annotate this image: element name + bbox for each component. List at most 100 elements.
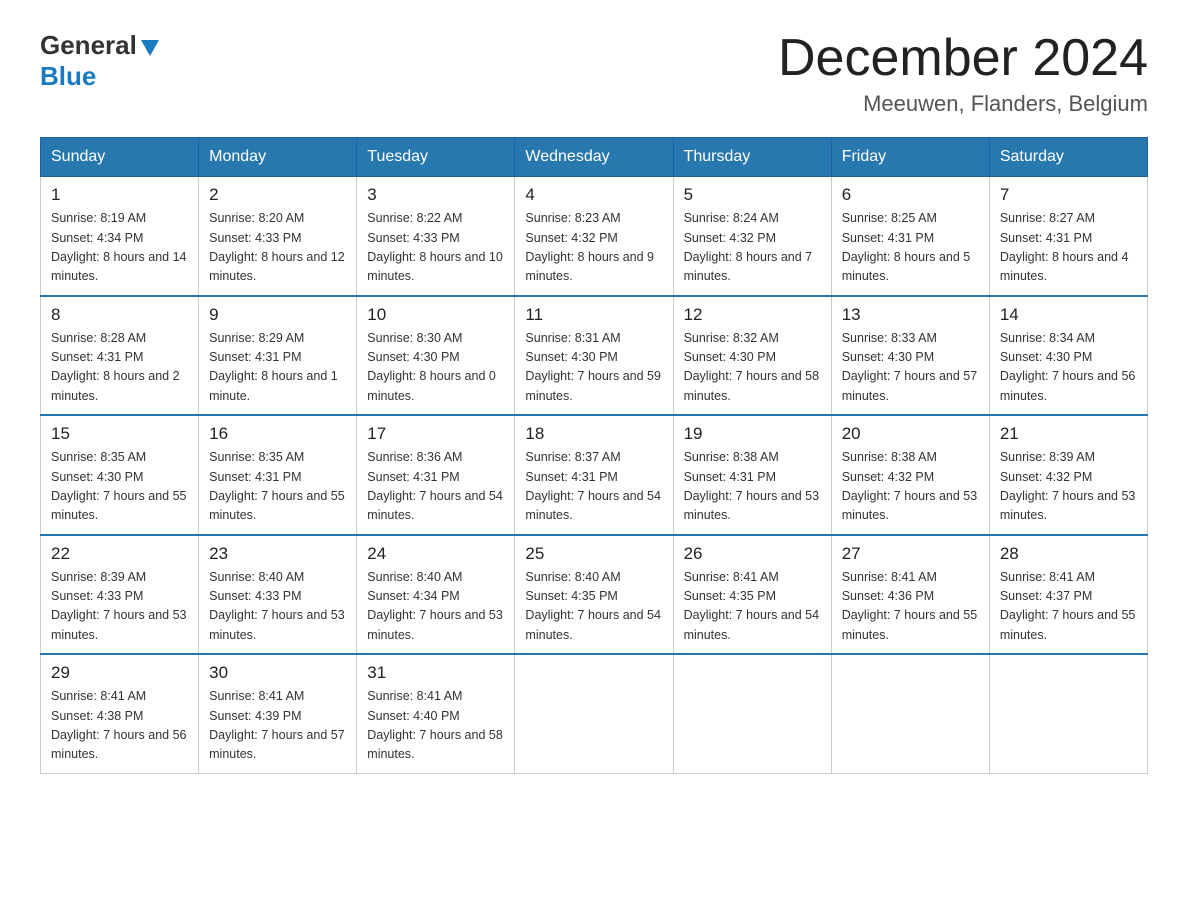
day-number: 18 — [525, 424, 662, 444]
day-info: Sunrise: 8:24 AM Sunset: 4:32 PM Dayligh… — [684, 209, 821, 287]
day-number: 9 — [209, 305, 346, 325]
calendar-cell: 20 Sunrise: 8:38 AM Sunset: 4:32 PM Dayl… — [831, 415, 989, 535]
day-number: 8 — [51, 305, 188, 325]
day-info: Sunrise: 8:33 AM Sunset: 4:30 PM Dayligh… — [842, 329, 979, 407]
day-info: Sunrise: 8:41 AM Sunset: 4:37 PM Dayligh… — [1000, 568, 1137, 646]
column-header-monday: Monday — [199, 138, 357, 177]
calendar-cell: 31 Sunrise: 8:41 AM Sunset: 4:40 PM Dayl… — [357, 654, 515, 773]
calendar-cell: 19 Sunrise: 8:38 AM Sunset: 4:31 PM Dayl… — [673, 415, 831, 535]
calendar-cell: 16 Sunrise: 8:35 AM Sunset: 4:31 PM Dayl… — [199, 415, 357, 535]
calendar-cell: 23 Sunrise: 8:40 AM Sunset: 4:33 PM Dayl… — [199, 535, 357, 655]
calendar-cell: 6 Sunrise: 8:25 AM Sunset: 4:31 PM Dayli… — [831, 177, 989, 296]
day-number: 29 — [51, 663, 188, 683]
day-info: Sunrise: 8:41 AM Sunset: 4:35 PM Dayligh… — [684, 568, 821, 646]
calendar-cell — [989, 654, 1147, 773]
day-info: Sunrise: 8:19 AM Sunset: 4:34 PM Dayligh… — [51, 209, 188, 287]
page-header: General Blue December 2024 Meeuwen, Flan… — [40, 30, 1148, 117]
day-info: Sunrise: 8:22 AM Sunset: 4:33 PM Dayligh… — [367, 209, 504, 287]
day-info: Sunrise: 8:41 AM Sunset: 4:38 PM Dayligh… — [51, 687, 188, 765]
column-header-saturday: Saturday — [989, 138, 1147, 177]
day-number: 17 — [367, 424, 504, 444]
day-number: 2 — [209, 185, 346, 205]
day-number: 26 — [684, 544, 821, 564]
calendar-cell: 13 Sunrise: 8:33 AM Sunset: 4:30 PM Dayl… — [831, 296, 989, 416]
day-info: Sunrise: 8:35 AM Sunset: 4:31 PM Dayligh… — [209, 448, 346, 526]
day-number: 27 — [842, 544, 979, 564]
calendar-cell: 26 Sunrise: 8:41 AM Sunset: 4:35 PM Dayl… — [673, 535, 831, 655]
day-number: 1 — [51, 185, 188, 205]
day-number: 6 — [842, 185, 979, 205]
day-info: Sunrise: 8:41 AM Sunset: 4:40 PM Dayligh… — [367, 687, 504, 765]
day-info: Sunrise: 8:39 AM Sunset: 4:33 PM Dayligh… — [51, 568, 188, 646]
calendar-cell: 25 Sunrise: 8:40 AM Sunset: 4:35 PM Dayl… — [515, 535, 673, 655]
calendar-cell: 7 Sunrise: 8:27 AM Sunset: 4:31 PM Dayli… — [989, 177, 1147, 296]
calendar-cell: 21 Sunrise: 8:39 AM Sunset: 4:32 PM Dayl… — [989, 415, 1147, 535]
calendar-cell: 4 Sunrise: 8:23 AM Sunset: 4:32 PM Dayli… — [515, 177, 673, 296]
day-number: 28 — [1000, 544, 1137, 564]
day-info: Sunrise: 8:32 AM Sunset: 4:30 PM Dayligh… — [684, 329, 821, 407]
calendar-cell: 18 Sunrise: 8:37 AM Sunset: 4:31 PM Dayl… — [515, 415, 673, 535]
column-header-wednesday: Wednesday — [515, 138, 673, 177]
logo-triangle-icon — [141, 40, 159, 56]
calendar-cell: 22 Sunrise: 8:39 AM Sunset: 4:33 PM Dayl… — [41, 535, 199, 655]
day-number: 16 — [209, 424, 346, 444]
title-block: December 2024 Meeuwen, Flanders, Belgium — [778, 30, 1148, 117]
day-info: Sunrise: 8:35 AM Sunset: 4:30 PM Dayligh… — [51, 448, 188, 526]
calendar-cell: 11 Sunrise: 8:31 AM Sunset: 4:30 PM Dayl… — [515, 296, 673, 416]
day-number: 20 — [842, 424, 979, 444]
logo: General Blue — [40, 30, 159, 92]
calendar-week-row: 1 Sunrise: 8:19 AM Sunset: 4:34 PM Dayli… — [41, 177, 1148, 296]
calendar-week-row: 15 Sunrise: 8:35 AM Sunset: 4:30 PM Dayl… — [41, 415, 1148, 535]
calendar-cell: 28 Sunrise: 8:41 AM Sunset: 4:37 PM Dayl… — [989, 535, 1147, 655]
calendar-cell: 30 Sunrise: 8:41 AM Sunset: 4:39 PM Dayl… — [199, 654, 357, 773]
calendar-cell: 5 Sunrise: 8:24 AM Sunset: 4:32 PM Dayli… — [673, 177, 831, 296]
day-number: 25 — [525, 544, 662, 564]
calendar-cell: 12 Sunrise: 8:32 AM Sunset: 4:30 PM Dayl… — [673, 296, 831, 416]
calendar-cell: 24 Sunrise: 8:40 AM Sunset: 4:34 PM Dayl… — [357, 535, 515, 655]
day-number: 15 — [51, 424, 188, 444]
calendar-cell: 1 Sunrise: 8:19 AM Sunset: 4:34 PM Dayli… — [41, 177, 199, 296]
day-number: 22 — [51, 544, 188, 564]
day-number: 7 — [1000, 185, 1137, 205]
calendar-cell: 8 Sunrise: 8:28 AM Sunset: 4:31 PM Dayli… — [41, 296, 199, 416]
calendar-week-row: 22 Sunrise: 8:39 AM Sunset: 4:33 PM Dayl… — [41, 535, 1148, 655]
column-header-thursday: Thursday — [673, 138, 831, 177]
calendar-cell: 9 Sunrise: 8:29 AM Sunset: 4:31 PM Dayli… — [199, 296, 357, 416]
day-info: Sunrise: 8:36 AM Sunset: 4:31 PM Dayligh… — [367, 448, 504, 526]
day-info: Sunrise: 8:30 AM Sunset: 4:30 PM Dayligh… — [367, 329, 504, 407]
day-info: Sunrise: 8:40 AM Sunset: 4:33 PM Dayligh… — [209, 568, 346, 646]
day-info: Sunrise: 8:25 AM Sunset: 4:31 PM Dayligh… — [842, 209, 979, 287]
day-number: 24 — [367, 544, 504, 564]
day-info: Sunrise: 8:40 AM Sunset: 4:34 PM Dayligh… — [367, 568, 504, 646]
day-number: 10 — [367, 305, 504, 325]
calendar-table: SundayMondayTuesdayWednesdayThursdayFrid… — [40, 137, 1148, 774]
day-number: 30 — [209, 663, 346, 683]
day-number: 13 — [842, 305, 979, 325]
day-number: 21 — [1000, 424, 1137, 444]
day-info: Sunrise: 8:28 AM Sunset: 4:31 PM Dayligh… — [51, 329, 188, 407]
day-number: 31 — [367, 663, 504, 683]
day-info: Sunrise: 8:27 AM Sunset: 4:31 PM Dayligh… — [1000, 209, 1137, 287]
day-info: Sunrise: 8:29 AM Sunset: 4:31 PM Dayligh… — [209, 329, 346, 407]
day-number: 23 — [209, 544, 346, 564]
day-info: Sunrise: 8:39 AM Sunset: 4:32 PM Dayligh… — [1000, 448, 1137, 526]
calendar-cell: 17 Sunrise: 8:36 AM Sunset: 4:31 PM Dayl… — [357, 415, 515, 535]
day-info: Sunrise: 8:40 AM Sunset: 4:35 PM Dayligh… — [525, 568, 662, 646]
calendar-cell — [831, 654, 989, 773]
calendar-cell: 14 Sunrise: 8:34 AM Sunset: 4:30 PM Dayl… — [989, 296, 1147, 416]
day-info: Sunrise: 8:34 AM Sunset: 4:30 PM Dayligh… — [1000, 329, 1137, 407]
day-number: 14 — [1000, 305, 1137, 325]
column-header-friday: Friday — [831, 138, 989, 177]
day-number: 4 — [525, 185, 662, 205]
column-header-tuesday: Tuesday — [357, 138, 515, 177]
calendar-cell: 15 Sunrise: 8:35 AM Sunset: 4:30 PM Dayl… — [41, 415, 199, 535]
day-info: Sunrise: 8:38 AM Sunset: 4:32 PM Dayligh… — [842, 448, 979, 526]
logo-general-text: General — [40, 30, 137, 61]
calendar-subtitle: Meeuwen, Flanders, Belgium — [778, 91, 1148, 117]
day-info: Sunrise: 8:20 AM Sunset: 4:33 PM Dayligh… — [209, 209, 346, 287]
calendar-week-row: 8 Sunrise: 8:28 AM Sunset: 4:31 PM Dayli… — [41, 296, 1148, 416]
day-number: 19 — [684, 424, 821, 444]
day-number: 5 — [684, 185, 821, 205]
calendar-cell: 10 Sunrise: 8:30 AM Sunset: 4:30 PM Dayl… — [357, 296, 515, 416]
calendar-header-row: SundayMondayTuesdayWednesdayThursdayFrid… — [41, 138, 1148, 177]
